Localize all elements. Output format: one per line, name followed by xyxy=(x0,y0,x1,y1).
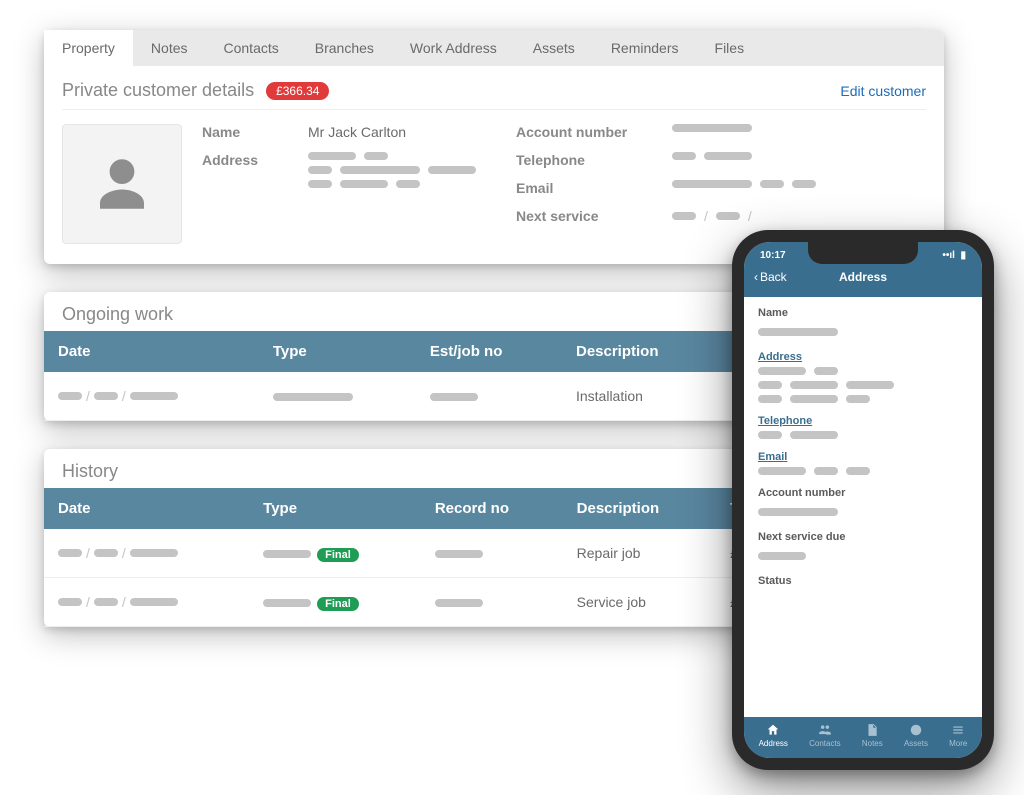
address-value xyxy=(308,152,476,188)
tab-branches[interactable]: Branches xyxy=(297,30,392,66)
account-value xyxy=(672,124,752,132)
tab-reminders[interactable]: Reminders xyxy=(593,30,697,66)
col-description: Description xyxy=(563,488,716,529)
phone-time: 10:17 xyxy=(760,250,786,261)
cell-date: // xyxy=(58,388,245,404)
info-icon xyxy=(909,723,923,737)
cell-description: Installation xyxy=(562,372,723,421)
phone-status-icons: ••ıl ▮ xyxy=(942,250,966,261)
contacts-icon xyxy=(818,723,832,737)
name-value: Mr Jack Carlton xyxy=(308,124,406,140)
ptab-notes[interactable]: Notes xyxy=(862,723,883,748)
col-date: Date xyxy=(44,488,249,529)
ptab-assets[interactable]: Assets xyxy=(904,723,928,748)
tab-contacts[interactable]: Contacts xyxy=(206,30,297,66)
cell-job-no xyxy=(430,393,478,401)
ptab-address[interactable]: Address xyxy=(759,723,788,748)
phone-nav-title: Address xyxy=(839,270,887,284)
ongoing-title: Ongoing work xyxy=(44,292,191,331)
cell-date: // xyxy=(58,545,235,561)
col-record-no: Record no xyxy=(421,488,563,529)
col-type: Type xyxy=(249,488,421,529)
notes-icon xyxy=(865,723,879,737)
email-label: Email xyxy=(516,180,656,196)
col-date: Date xyxy=(44,331,259,372)
p-status-label: Status xyxy=(758,575,968,587)
tab-assets[interactable]: Assets xyxy=(515,30,593,66)
avatar xyxy=(62,124,182,244)
p-address-link[interactable]: Address xyxy=(758,351,968,363)
cell-description: Service job xyxy=(563,578,716,627)
back-label: Back xyxy=(760,270,787,284)
email-value xyxy=(672,180,816,188)
p-next-service-label: Next service due xyxy=(758,531,968,543)
ptab-more[interactable]: More xyxy=(949,723,967,748)
p-telephone-link[interactable]: Telephone xyxy=(758,415,968,427)
p-account-label: Account number xyxy=(758,487,968,499)
phone-tab-bar: Address Contacts Notes Assets More xyxy=(744,717,982,758)
telephone-value xyxy=(672,152,752,160)
col-type: Type xyxy=(259,331,416,372)
next-service-label: Next service xyxy=(516,208,656,224)
home-icon xyxy=(766,723,780,737)
p-name-label: Name xyxy=(758,307,968,319)
phone-back-button[interactable]: ‹ Back xyxy=(754,270,787,284)
name-label: Name xyxy=(202,124,292,140)
tab-notes[interactable]: Notes xyxy=(133,30,206,66)
account-label: Account number xyxy=(516,124,656,140)
cell-date: // xyxy=(58,594,235,610)
cell-type xyxy=(273,393,353,401)
chevron-left-icon: ‹ xyxy=(754,270,758,284)
cell-type: Final xyxy=(249,529,421,578)
menu-icon xyxy=(951,723,965,737)
cell-record-no xyxy=(435,599,483,607)
next-service-value: // xyxy=(672,208,752,224)
section-title: Private customer details xyxy=(62,80,254,101)
col-est-job-no: Est/job no xyxy=(416,331,562,372)
address-label: Address xyxy=(202,152,292,168)
balance-badge: £366.34 xyxy=(266,82,329,100)
p-email-link[interactable]: Email xyxy=(758,451,968,463)
person-icon xyxy=(89,151,155,217)
edit-customer-link[interactable]: Edit customer xyxy=(840,83,926,99)
cell-description: Repair job xyxy=(563,529,716,578)
property-card: Property Notes Contacts Branches Work Ad… xyxy=(44,30,944,264)
telephone-label: Telephone xyxy=(516,152,656,168)
tab-bar: Property Notes Contacts Branches Work Ad… xyxy=(44,30,944,66)
col-description: Description xyxy=(562,331,723,372)
tab-property[interactable]: Property xyxy=(44,30,133,66)
tab-files[interactable]: Files xyxy=(697,30,763,66)
tab-work-address[interactable]: Work Address xyxy=(392,30,515,66)
phone-device: 10:17 ••ıl ▮ ‹ Back Address Name Address xyxy=(732,230,994,770)
ptab-contacts[interactable]: Contacts xyxy=(809,723,841,748)
cell-record-no xyxy=(435,550,483,558)
cell-type: Final xyxy=(249,578,421,627)
